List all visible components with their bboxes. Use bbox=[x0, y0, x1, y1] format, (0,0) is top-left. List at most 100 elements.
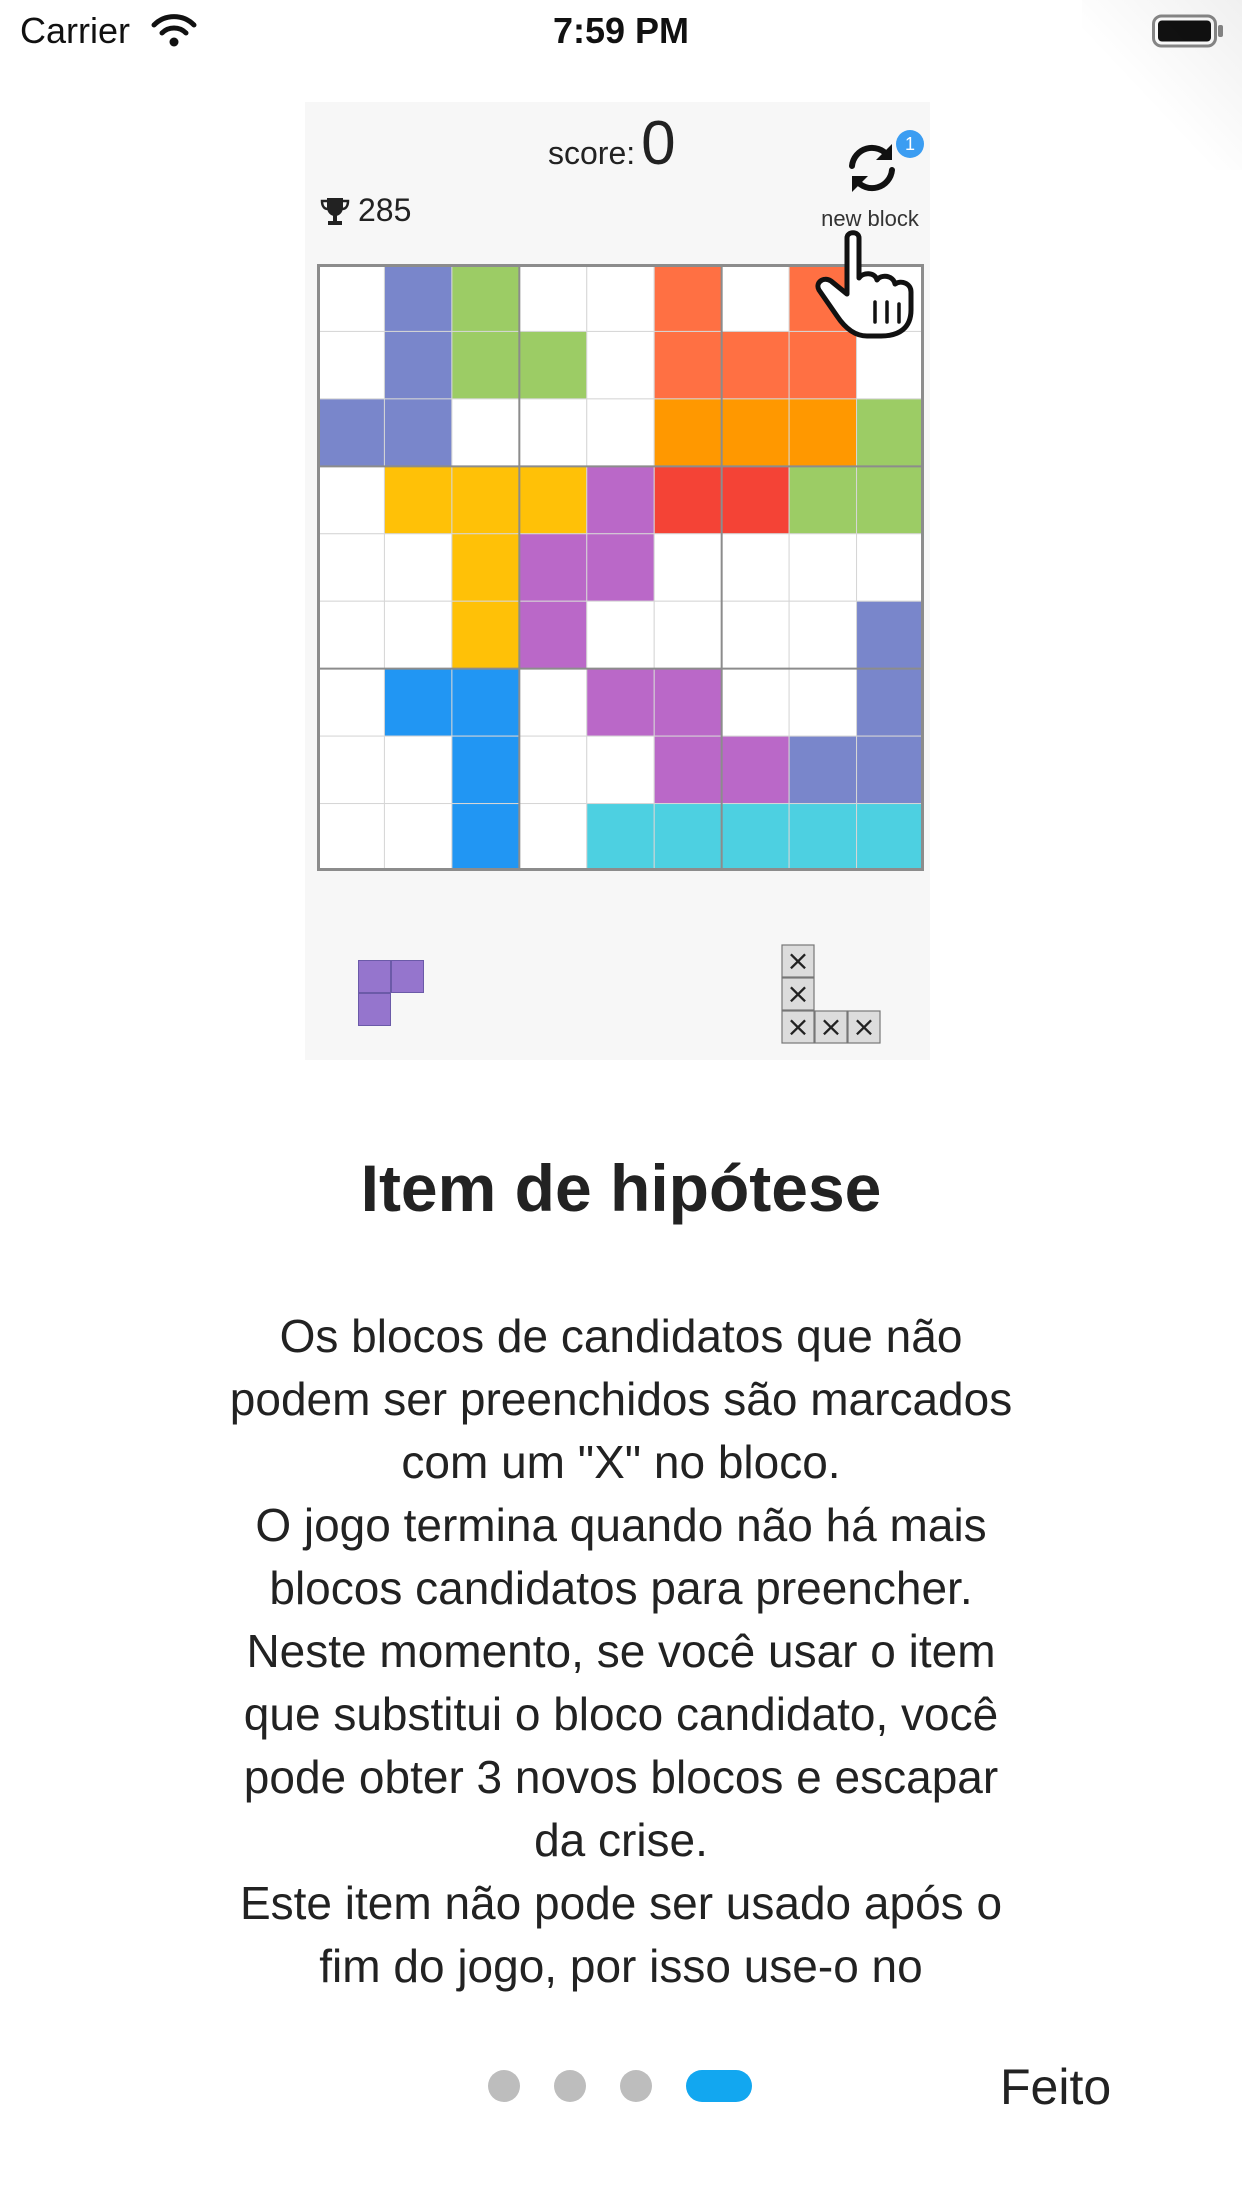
board-cell[interactable] bbox=[518, 600, 588, 670]
board-cell[interactable] bbox=[383, 668, 453, 737]
board-cell[interactable] bbox=[317, 330, 385, 400]
board-cell[interactable] bbox=[788, 803, 858, 871]
board-cell[interactable] bbox=[518, 330, 588, 400]
x-mark-icon: × bbox=[819, 1010, 842, 1043]
board-cell[interactable] bbox=[856, 330, 924, 400]
board-cell[interactable] bbox=[856, 735, 924, 805]
board-cell[interactable] bbox=[317, 668, 385, 737]
board-cell[interactable] bbox=[383, 398, 453, 467]
board-cell[interactable] bbox=[586, 264, 655, 332]
board-cell[interactable] bbox=[451, 668, 520, 737]
board-cell[interactable] bbox=[518, 398, 588, 467]
page-dot[interactable] bbox=[488, 2070, 520, 2102]
board-cell[interactable] bbox=[317, 533, 385, 602]
board-cell[interactable] bbox=[721, 668, 790, 737]
description-line: blocos candidatos para preencher. bbox=[269, 1562, 973, 1614]
description-line: com um "X" no bloco. bbox=[401, 1436, 841, 1488]
board-cell[interactable] bbox=[788, 330, 858, 400]
board-cell[interactable] bbox=[788, 600, 858, 670]
refresh-icon[interactable] bbox=[840, 136, 904, 200]
candidate-piece[interactable] bbox=[358, 960, 424, 1030]
board-cell[interactable] bbox=[383, 735, 453, 805]
board-cell[interactable] bbox=[383, 264, 453, 332]
board-cell[interactable] bbox=[451, 398, 520, 467]
board-cell[interactable] bbox=[856, 533, 924, 602]
board-cell[interactable] bbox=[317, 465, 385, 535]
board-cell[interactable] bbox=[653, 330, 723, 400]
board-cell[interactable] bbox=[653, 600, 723, 670]
board-cell[interactable] bbox=[788, 735, 858, 805]
board-cell[interactable] bbox=[451, 465, 520, 535]
board-cell[interactable] bbox=[451, 803, 520, 871]
board-cell[interactable] bbox=[653, 264, 723, 332]
board-cell[interactable] bbox=[653, 465, 723, 535]
board-cell[interactable] bbox=[653, 398, 723, 467]
board-cell[interactable] bbox=[653, 668, 723, 737]
board-cell[interactable] bbox=[856, 600, 924, 670]
board-cell[interactable] bbox=[383, 533, 453, 602]
board-cell[interactable] bbox=[653, 735, 723, 805]
board-cell[interactable] bbox=[721, 465, 790, 535]
board-cell[interactable] bbox=[317, 803, 385, 871]
board-cell[interactable] bbox=[586, 803, 655, 871]
page-indicator[interactable] bbox=[488, 2070, 752, 2102]
board-cell[interactable] bbox=[653, 803, 723, 871]
board-cell[interactable] bbox=[788, 668, 858, 737]
board-cell[interactable] bbox=[856, 668, 924, 737]
board-cell[interactable] bbox=[383, 600, 453, 670]
page-dot[interactable] bbox=[686, 2070, 752, 2102]
board-cell[interactable] bbox=[788, 533, 858, 602]
board-cell[interactable] bbox=[653, 533, 723, 602]
board-cell[interactable] bbox=[317, 600, 385, 670]
board-cell[interactable] bbox=[788, 398, 858, 467]
board-cell[interactable] bbox=[317, 398, 385, 467]
board-cell[interactable] bbox=[721, 330, 790, 400]
best-score-value: 285 bbox=[358, 192, 412, 228]
board-cell[interactable] bbox=[721, 398, 790, 467]
tutorial-description: Os blocos de candidatos que não podem se… bbox=[140, 1305, 1102, 1998]
piece-cell bbox=[358, 993, 391, 1026]
status-bar: Carrier 7:59 PM bbox=[0, 0, 1242, 62]
board-cell[interactable] bbox=[518, 668, 588, 737]
board-cell[interactable] bbox=[317, 735, 385, 805]
done-button[interactable]: Feito bbox=[1000, 2058, 1111, 2116]
board-cell[interactable] bbox=[586, 668, 655, 737]
game-board[interactable] bbox=[317, 264, 924, 871]
board-cell[interactable] bbox=[721, 264, 790, 332]
board-cell[interactable] bbox=[721, 735, 790, 805]
board-cell[interactable] bbox=[518, 533, 588, 602]
board-cell[interactable] bbox=[451, 600, 520, 670]
board-cell[interactable] bbox=[518, 264, 588, 332]
board-cell[interactable] bbox=[451, 735, 520, 805]
description-line: Neste momento, se você usar o item bbox=[246, 1625, 996, 1677]
board-cell[interactable] bbox=[518, 465, 588, 535]
description-line: fim do jogo, por isso use-o no bbox=[319, 1940, 923, 1992]
board-cell[interactable] bbox=[383, 465, 453, 535]
board-cell[interactable] bbox=[451, 533, 520, 602]
description-line: que substitui o bloco candidato, você bbox=[243, 1688, 999, 1740]
board-cell[interactable] bbox=[518, 735, 588, 805]
board-cell[interactable] bbox=[856, 465, 924, 535]
trophy-icon bbox=[320, 197, 350, 225]
board-cell[interactable] bbox=[451, 264, 520, 332]
board-cell[interactable] bbox=[586, 600, 655, 670]
page-dot[interactable] bbox=[554, 2070, 586, 2102]
board-cell[interactable] bbox=[383, 803, 453, 871]
board-cell[interactable] bbox=[451, 330, 520, 400]
board-cell[interactable] bbox=[721, 600, 790, 670]
board-cell[interactable] bbox=[856, 803, 924, 871]
board-cell[interactable] bbox=[721, 803, 790, 871]
board-cell[interactable] bbox=[317, 264, 385, 332]
board-cell[interactable] bbox=[586, 330, 655, 400]
board-cell[interactable] bbox=[586, 533, 655, 602]
page-dot[interactable] bbox=[620, 2070, 652, 2102]
board-cell[interactable] bbox=[788, 465, 858, 535]
board-cell[interactable] bbox=[586, 398, 655, 467]
x-mark-icon: × bbox=[786, 1010, 809, 1043]
board-cell[interactable] bbox=[586, 465, 655, 535]
board-cell[interactable] bbox=[383, 330, 453, 400]
board-cell[interactable] bbox=[518, 803, 588, 871]
board-cell[interactable] bbox=[856, 398, 924, 467]
board-cell[interactable] bbox=[586, 735, 655, 805]
board-cell[interactable] bbox=[721, 533, 790, 602]
